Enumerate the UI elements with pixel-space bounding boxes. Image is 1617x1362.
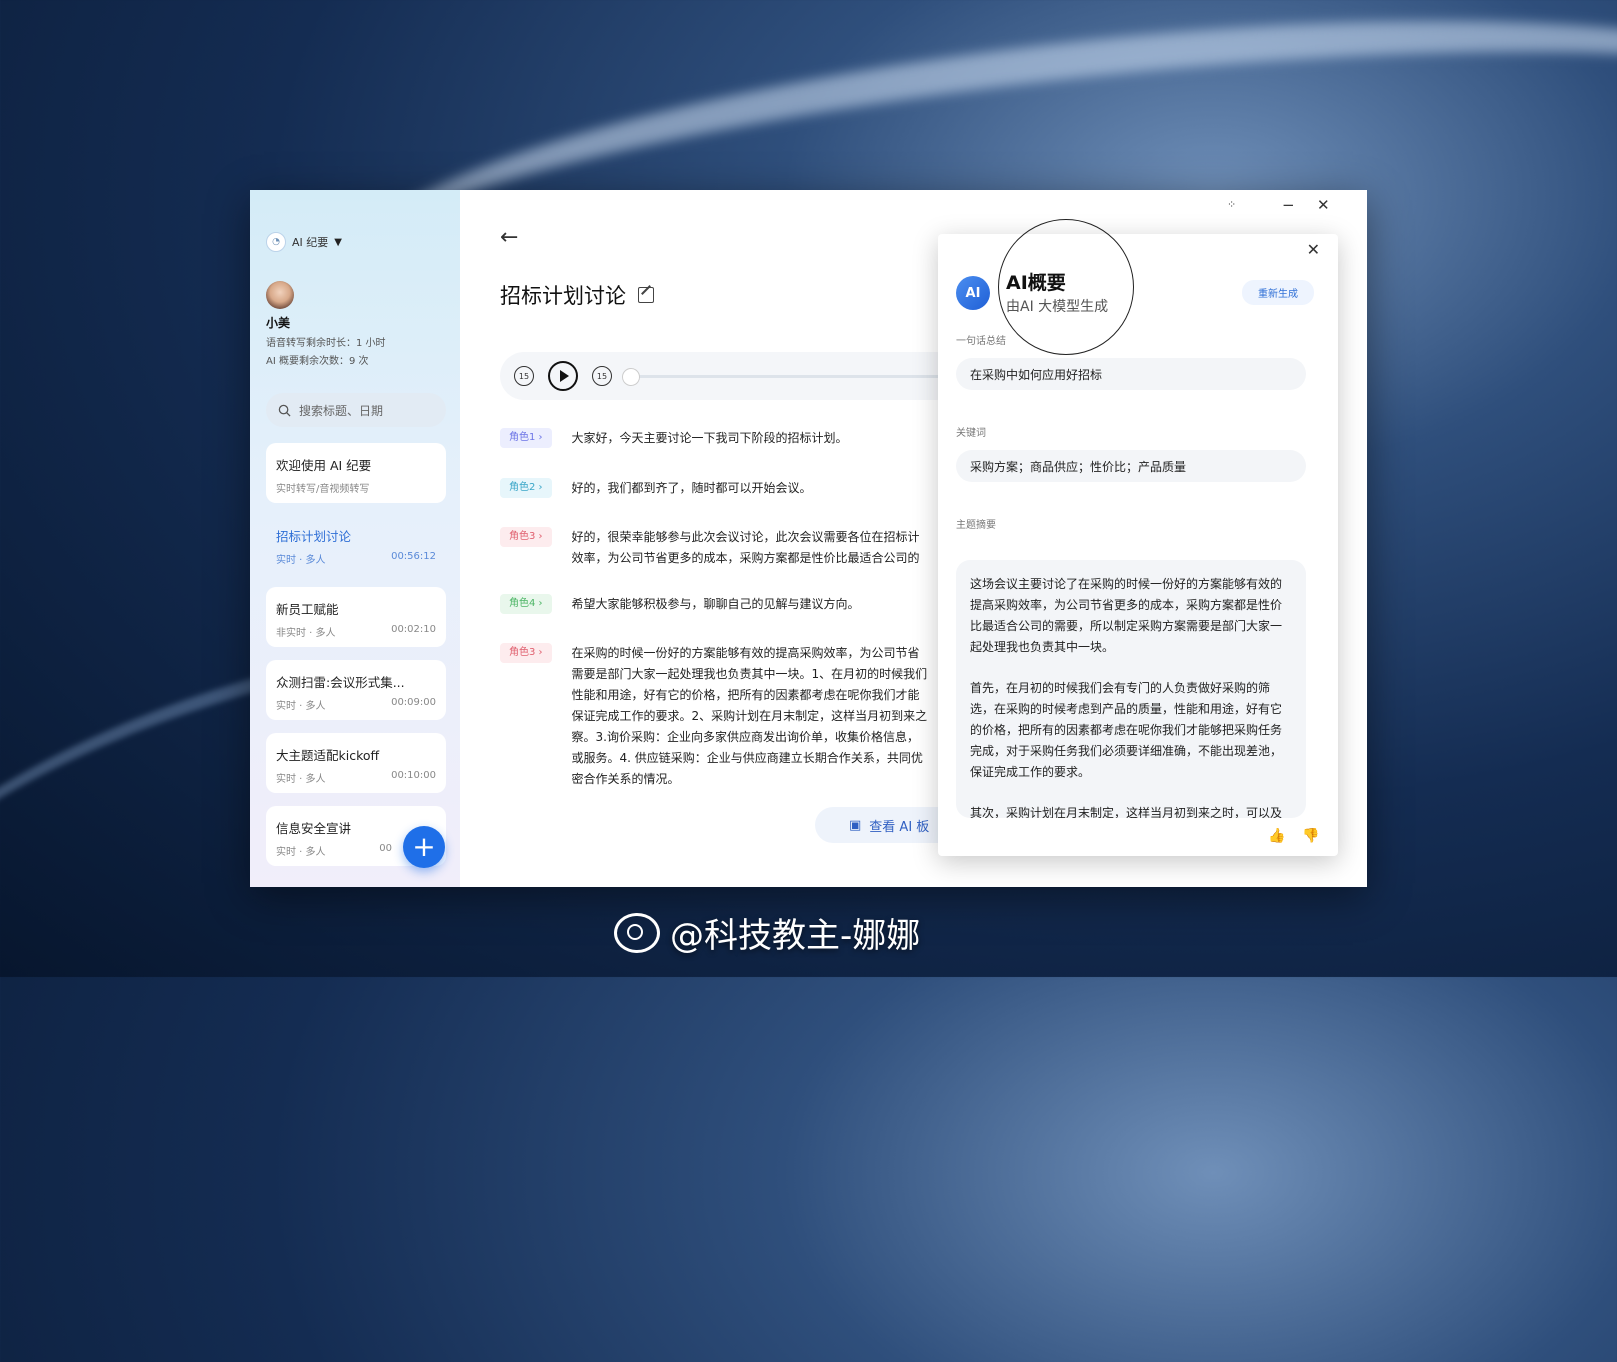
grid-icon[interactable]: ⁘	[1227, 198, 1236, 211]
summary-quota: AI 概要剩余次数：9 次	[266, 356, 369, 367]
recording-meta: 实时 · 多人	[276, 847, 326, 858]
ai-panel-subtitle: 由AI 大模型生成	[1006, 299, 1109, 315]
close-window-icon[interactable]: ✕	[1317, 196, 1330, 214]
avatar[interactable]	[266, 281, 294, 309]
meeting-title: 招标计划讨论	[500, 284, 626, 308]
recording-meta: 实时转写/音视频转写	[276, 484, 370, 495]
recording-item[interactable]: 大主题适配kickoff 实时 · 多人 00:10:00	[266, 733, 446, 793]
recording-duration: 00:10:00	[391, 770, 436, 781]
recording-meta: 非实时 · 多人	[276, 628, 336, 639]
back-arrow-icon[interactable]: ←	[500, 225, 518, 250]
page-title: 招标计划讨论	[500, 280, 654, 310]
ai-summary-panel: ✕ AI AI概要 由AI 大模型生成 重新生成 一句话总结 在采购中如何应用好…	[938, 219, 1338, 856]
keywords-label: 关键词	[956, 428, 986, 439]
recording-duration: 00:56:12	[391, 551, 436, 562]
rewind-15-icon[interactable]: 15	[514, 366, 534, 386]
recording-title: 欢迎使用 AI 纪要	[276, 458, 372, 473]
edit-icon[interactable]	[638, 287, 654, 303]
app-switcher[interactable]: ◔ AI 纪要 ▼	[266, 232, 342, 252]
summary-paragraph: 这场会议主要讨论了在采购的时候一份好的方案能够有效的提高采购效率，为公司节省更多…	[970, 577, 1283, 654]
transcript-text: 好的，很荣幸能够参与此次会议讨论，此次会议需要各位在招标计 效率，为公司节省更多…	[571, 530, 920, 565]
add-recording-button[interactable]: +	[403, 826, 445, 868]
plus-icon: +	[412, 830, 436, 863]
transcript-text: 大家好，今天主要讨论一下我司下阶段的招标计划。	[571, 431, 848, 445]
recording-item[interactable]: 众测扫雷:会议形式集... 实时 · 多人 00:09:00	[266, 660, 446, 720]
recording-duration: 00:02:10	[391, 624, 436, 635]
recording-duration: 00	[379, 843, 392, 854]
recording-title: 大主题适配kickoff	[276, 748, 380, 763]
recording-item[interactable]: 欢迎使用 AI 纪要 实时转写/音视频转写	[266, 443, 446, 503]
recording-meta: 实时 · 多人	[276, 701, 326, 712]
speaker-tag[interactable]: 角色3 ›	[500, 527, 552, 547]
transcript-text: 希望大家能够积极参与，聊聊自己的见解与建议方向。	[571, 597, 860, 611]
keywords-value: 采购方案；商品供应；性价比；产品质量	[956, 450, 1306, 482]
progress-track[interactable]	[622, 367, 950, 386]
speaker-tag[interactable]: 角色4 ›	[500, 594, 552, 614]
thumbs-up-icon[interactable]: 👍	[1268, 828, 1285, 844]
transcript-text: 好的，我们都到齐了，随时都可以开始会议。	[571, 481, 812, 495]
recording-meta: 实时 · 多人	[276, 774, 326, 785]
audio-player: 15 15	[500, 352, 960, 400]
recording-item[interactable]: 新员工赋能 非实时 · 多人 00:02:10	[266, 587, 446, 647]
minimize-icon[interactable]: −	[1282, 196, 1295, 214]
speaker-tag[interactable]: 角色1 ›	[500, 428, 552, 448]
recording-item-active[interactable]: 招标计划讨论 实时 · 多人 00:56:12	[266, 514, 446, 574]
summary-paragraph: 首先，在月初的时候我们会有专门的人负责做好采购的筛选，在采购的时候考虑到产品的质…	[970, 681, 1283, 779]
voice-quota: 语音转写剩余时长：1 小时	[266, 338, 386, 349]
thumbs-down-icon[interactable]: 👎	[1302, 828, 1319, 844]
forward-15-icon[interactable]: 15	[592, 366, 612, 386]
transcript-text: 在采购的时候一份好的方案能够有效的提高采购效率，为公司节省 需要是部门大家一起处…	[571, 646, 928, 786]
sidebar: ◔ AI 纪要 ▼ 小美 语音转写剩余时长：1 小时 AI 概要剩余次数：9 次…	[250, 190, 460, 887]
caret-down-icon: ▼	[334, 236, 342, 248]
topic-summary-label: 主题摘要	[956, 520, 996, 531]
app-logo-icon: ◔	[266, 232, 286, 252]
recording-title: 新员工赋能	[276, 602, 339, 617]
one-sentence-summary: 在采购中如何应用好招标	[956, 358, 1306, 390]
watermark: @科技教主-娜娜	[614, 908, 920, 957]
regenerate-button[interactable]: 重新生成	[1242, 280, 1314, 305]
speaker-tag[interactable]: 角色3 ›	[500, 643, 552, 663]
one-sentence-label: 一句话总结	[956, 336, 1006, 347]
play-button[interactable]	[548, 361, 578, 391]
ai-panel-title: AI概要	[1006, 272, 1066, 294]
ai-summary-icon: AI	[956, 276, 990, 310]
close-panel-icon[interactable]: ✕	[1307, 240, 1320, 259]
watermark-text: @科技教主-娜娜	[670, 916, 921, 956]
document-icon: ▣	[849, 817, 862, 833]
topic-summary-box[interactable]: 这场会议主要讨论了在采购的时候一份好的方案能够有效的提高采购效率，为公司节省更多…	[956, 560, 1306, 818]
summary-paragraph: 其次，采购计划在月末制定，这样当月初到来之时，可以及时	[970, 806, 1283, 818]
app-name: AI 纪要	[292, 236, 329, 249]
search-placeholder: 搜索标题、日期	[299, 403, 384, 418]
recording-duration: 00:09:00	[391, 697, 436, 708]
view-ai-label: 查看 AI 板	[869, 819, 930, 835]
recording-title: 众测扫雷:会议形式集...	[276, 675, 405, 690]
search-input[interactable]: 搜索标题、日期	[266, 393, 446, 427]
progress-knob[interactable]	[622, 367, 640, 386]
recording-meta: 实时 · 多人	[276, 555, 326, 566]
username: 小美	[266, 316, 291, 330]
search-icon	[278, 404, 291, 417]
speaker-tag[interactable]: 角色2 ›	[500, 478, 552, 498]
weibo-logo-icon	[614, 912, 660, 953]
recording-title: 招标计划讨论	[276, 529, 352, 544]
